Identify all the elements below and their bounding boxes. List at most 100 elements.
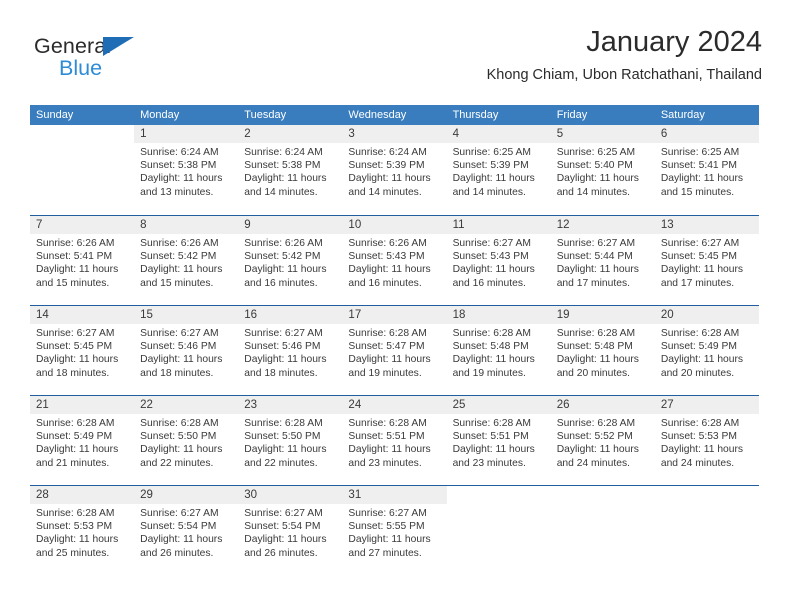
calendar-week-row: 14 Sunrise: 6:27 AM Sunset: 5:45 PM Dayligh…: [30, 305, 759, 395]
sunrise-time: Sunrise: 6:27 AM: [244, 328, 323, 339]
calendar-day-cell[interactable]: 23 Sunrise: 6:28 AM Sunset: 5:50 PM Dayligh…: [238, 396, 343, 485]
calendar-day-cell[interactable]: 22 Sunrise: 6:28 AM Sunset: 5:50 PM Dayligh…: [134, 396, 239, 485]
sunset-time: Sunset: 5:54 PM: [244, 521, 321, 533]
sunset-time: Sunset: 5:39 PM: [348, 160, 425, 172]
sunrise-time: Sunrise: 6:27 AM: [140, 328, 219, 339]
sunrise-time: Sunrise: 6:27 AM: [140, 508, 219, 519]
daylight-duration: Daylight: 11 hours and 17 minutes.: [660, 264, 744, 289]
daylight-duration: Daylight: 11 hours and 14 minutes.: [348, 173, 431, 198]
sunrise-time: Sunrise: 6:27 AM: [452, 238, 531, 249]
sunrise-time: Sunrise: 6:24 AM: [244, 147, 323, 158]
sunrise-time: Sunrise: 6:25 AM: [556, 147, 636, 158]
calendar-week-row: 7 Sunrise: 6:26 AM Sunset: 5:41 PM Daylight…: [30, 215, 759, 305]
day-sun-info: Sunrise: 6:25 AM Sunset: 5:39 PM Daylight:…: [447, 143, 551, 199]
calendar-day-cell[interactable]: 29 Sunrise: 6:27 AM Sunset: 5:54 PM Dayligh…: [134, 486, 239, 575]
daylight-duration: Daylight: 11 hours and 25 minutes.: [36, 534, 119, 559]
day-sun-info: Sunrise: 6:27 AM Sunset: 5:43 PM Daylight:…: [447, 234, 551, 290]
day-sun-info: Sunrise: 6:28 AM Sunset: 5:48 PM Daylight:…: [447, 324, 551, 380]
calendar-week-row: 21 Sunrise: 6:28 AM Sunset: 5:49 PM Dayligh…: [30, 395, 759, 485]
calendar-day-cell[interactable]: 3 Sunrise: 6:24 AM Sunset: 5:39 PM Daylight…: [342, 125, 447, 215]
weekday-header-wednesday: Wednesday: [348, 109, 407, 121]
sunset-time: Sunset: 5:42 PM: [244, 251, 321, 263]
sunrise-time: Sunrise: 6:28 AM: [140, 418, 219, 429]
daylight-duration: Daylight: 11 hours and 18 minutes.: [244, 354, 327, 379]
day-number: 22: [134, 396, 239, 414]
sunrise-time: Sunrise: 6:28 AM: [556, 418, 636, 429]
day-number: 1: [134, 125, 239, 143]
calendar-day-cell[interactable]: 17 Sunrise: 6:28 AM Sunset: 5:47 PM Dayligh…: [342, 306, 447, 395]
day-number: 15: [134, 306, 239, 324]
calendar-day-cell[interactable]: 19 Sunrise: 6:28 AM Sunset: 5:48 PM Dayligh…: [550, 306, 655, 395]
calendar-weeks: 1 Sunrise: 6:24 AM Sunset: 5:38 PM Daylight…: [30, 125, 759, 575]
daylight-duration: Daylight: 11 hours and 23 minutes.: [348, 444, 431, 469]
daylight-duration: Daylight: 11 hours and 14 minutes.: [452, 173, 535, 198]
sunrise-time: Sunrise: 6:28 AM: [452, 328, 531, 339]
day-number: 3: [342, 125, 447, 143]
calendar-day-cell[interactable]: 10 Sunrise: 6:26 AM Sunset: 5:43 PM Dayligh…: [342, 216, 447, 305]
day-number: 30: [238, 486, 343, 504]
calendar-day-cell[interactable]: 28 Sunrise: 6:28 AM Sunset: 5:53 PM Dayligh…: [30, 486, 135, 575]
calendar-day-cell[interactable]: 18 Sunrise: 6:28 AM Sunset: 5:48 PM Dayligh…: [446, 306, 551, 395]
calendar-day-cell[interactable]: 7 Sunrise: 6:26 AM Sunset: 5:41 PM Daylight…: [30, 216, 135, 305]
calendar-day-cell[interactable]: 6 Sunrise: 6:25 AM Sunset: 5:41 PM Daylight…: [654, 125, 759, 215]
weekday-header-tuesday: Tuesday: [244, 109, 287, 121]
calendar-day-cell[interactable]: 27 Sunrise: 6:28 AM Sunset: 5:53 PM Dayligh…: [654, 396, 759, 485]
day-number: 31: [342, 486, 447, 504]
day-number: 17: [342, 306, 447, 324]
weekday-header-friday: Friday: [556, 109, 588, 121]
sunrise-time: Sunrise: 6:27 AM: [660, 238, 740, 249]
calendar-day-cell[interactable]: 15 Sunrise: 6:27 AM Sunset: 5:46 PM Dayligh…: [134, 306, 239, 395]
day-sun-info: Sunrise: 6:28 AM Sunset: 5:50 PM Daylight:…: [134, 414, 238, 470]
day-number: 8: [134, 216, 239, 234]
sunset-time: Sunset: 5:51 PM: [452, 431, 529, 443]
weekday-header-sunday: Sunday: [36, 109, 74, 121]
calendar-day-cell[interactable]: 2 Sunrise: 6:24 AM Sunset: 5:38 PM Daylight…: [238, 125, 343, 215]
calendar-day-cell[interactable]: 4 Sunrise: 6:25 AM Sunset: 5:39 PM Daylight…: [446, 125, 551, 215]
calendar-day-cell[interactable]: 1 Sunrise: 6:24 AM Sunset: 5:38 PM Daylight…: [134, 125, 239, 215]
calendar-day-cell[interactable]: 12 Sunrise: 6:27 AM Sunset: 5:44 PM Dayligh…: [550, 216, 655, 305]
calendar-day-cell[interactable]: 20 Sunrise: 6:28 AM Sunset: 5:49 PM Dayligh…: [654, 306, 759, 395]
page-title: January 2024: [586, 26, 762, 58]
sunrise-time: Sunrise: 6:28 AM: [660, 418, 740, 429]
calendar-week-row: 1 Sunrise: 6:24 AM Sunset: 5:38 PM Daylight…: [30, 125, 759, 215]
sunset-time: Sunset: 5:41 PM: [660, 160, 737, 172]
calendar-day-cell[interactable]: 25 Sunrise: 6:28 AM Sunset: 5:51 PM Dayligh…: [446, 396, 551, 485]
weekday-header-saturday: Saturday: [660, 109, 705, 121]
day-sun-info: Sunrise: 6:27 AM Sunset: 5:45 PM Daylight:…: [655, 234, 759, 290]
calendar-day-cell[interactable]: 13 Sunrise: 6:27 AM Sunset: 5:45 PM Dayligh…: [654, 216, 759, 305]
daylight-duration: Daylight: 11 hours and 19 minutes.: [348, 354, 431, 379]
daylight-duration: Daylight: 11 hours and 23 minutes.: [452, 444, 535, 469]
calendar-day-cell[interactable]: 5 Sunrise: 6:25 AM Sunset: 5:40 PM Daylight…: [550, 125, 655, 215]
general-blue-logo[interactable]: General Blue: [34, 35, 204, 90]
sunset-time: Sunset: 5:39 PM: [452, 160, 529, 172]
calendar-day-cell[interactable]: 31 Sunrise: 6:27 AM Sunset: 5:55 PM Dayligh…: [342, 486, 447, 575]
logo-triangle-icon: [103, 37, 134, 56]
sunrise-time: Sunrise: 6:26 AM: [36, 238, 115, 249]
sunset-time: Sunset: 5:46 PM: [140, 341, 217, 353]
calendar-day-cell-empty: [654, 486, 759, 575]
calendar-day-cell[interactable]: 9 Sunrise: 6:26 AM Sunset: 5:42 PM Daylight…: [238, 216, 343, 305]
calendar-day-cell[interactable]: 8 Sunrise: 6:26 AM Sunset: 5:42 PM Daylight…: [134, 216, 239, 305]
sunrise-time: Sunrise: 6:24 AM: [140, 147, 219, 158]
sunset-time: Sunset: 5:43 PM: [452, 251, 529, 263]
weekday-header-monday: Monday: [140, 109, 180, 121]
calendar-day-cell[interactable]: 24 Sunrise: 6:28 AM Sunset: 5:51 PM Dayligh…: [342, 396, 447, 485]
calendar-day-cell[interactable]: 26 Sunrise: 6:28 AM Sunset: 5:52 PM Dayligh…: [550, 396, 655, 485]
day-number: 9: [238, 216, 343, 234]
sunrise-time: Sunrise: 6:27 AM: [244, 508, 323, 519]
sunrise-time: Sunrise: 6:28 AM: [556, 328, 636, 339]
calendar-day-cell[interactable]: 21 Sunrise: 6:28 AM Sunset: 5:49 PM Dayligh…: [30, 396, 135, 485]
day-sun-info: Sunrise: 6:27 AM Sunset: 5:54 PM Daylight:…: [134, 504, 238, 560]
day-sun-info: Sunrise: 6:28 AM Sunset: 5:50 PM Daylight:…: [238, 414, 342, 470]
daylight-duration: Daylight: 11 hours and 16 minutes.: [348, 264, 431, 289]
calendar-day-cell[interactable]: 14 Sunrise: 6:27 AM Sunset: 5:45 PM Dayligh…: [30, 306, 135, 395]
sunset-time: Sunset: 5:55 PM: [348, 521, 425, 533]
calendar-day-cell[interactable]: 11 Sunrise: 6:27 AM Sunset: 5:43 PM Dayligh…: [446, 216, 551, 305]
day-number: 28: [30, 486, 135, 504]
sunset-time: Sunset: 5:49 PM: [36, 431, 113, 443]
daylight-duration: Daylight: 11 hours and 17 minutes.: [556, 264, 639, 289]
calendar-day-cell[interactable]: 30 Sunrise: 6:27 AM Sunset: 5:54 PM Dayligh…: [238, 486, 343, 575]
day-sun-info: Sunrise: 6:27 AM Sunset: 5:45 PM Daylight:…: [30, 324, 134, 380]
calendar-day-cell[interactable]: 16 Sunrise: 6:27 AM Sunset: 5:46 PM Dayligh…: [238, 306, 343, 395]
daylight-duration: Daylight: 11 hours and 27 minutes.: [348, 534, 431, 559]
